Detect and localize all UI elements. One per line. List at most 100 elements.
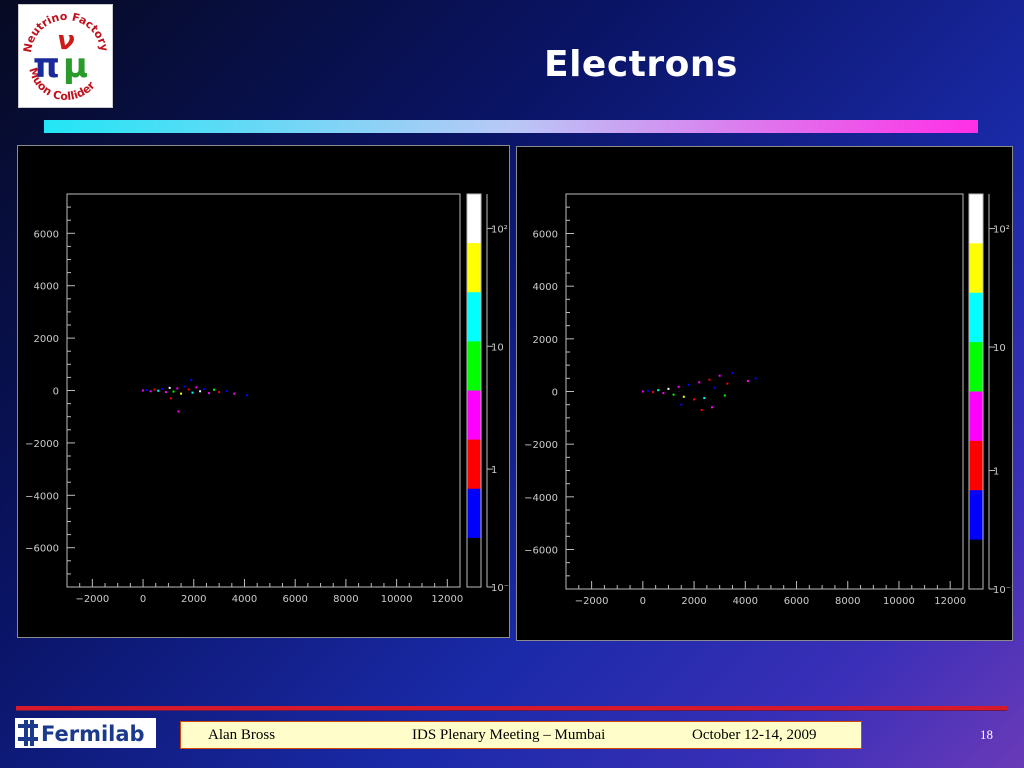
data-point: [723, 394, 726, 397]
colorbar-band: [969, 391, 983, 442]
x-tick-label: 0: [140, 594, 146, 605]
colorbar-band: [467, 194, 481, 244]
data-point: [233, 392, 236, 395]
x-tick-label: 8000: [333, 594, 358, 605]
x-tick-label: 6000: [282, 594, 307, 605]
y-tick-label: 4000: [533, 282, 558, 293]
x-tick-label: 2000: [681, 596, 706, 607]
data-point: [700, 408, 703, 411]
data-point: [190, 379, 193, 382]
data-point: [225, 390, 228, 393]
colorbar-label: 10⁻¹: [491, 583, 509, 594]
data-point: [680, 403, 683, 406]
data-point: [187, 388, 190, 391]
data-point: [708, 378, 711, 381]
data-point: [153, 388, 156, 391]
colorbar-band: [467, 341, 481, 391]
data-point: [191, 391, 194, 394]
data-point: [202, 387, 205, 390]
data-point: [180, 392, 183, 395]
x-tick-label: 12000: [934, 596, 966, 607]
data-point: [169, 397, 172, 400]
footer-rule: [16, 706, 1007, 711]
y-tick-label: 6000: [34, 229, 59, 240]
x-tick-label: 10000: [883, 596, 915, 607]
plot-frame: [565, 193, 964, 590]
x-tick-label: 0: [640, 596, 646, 607]
colorbar-band: [467, 537, 481, 588]
data-point: [657, 389, 660, 392]
data-point: [710, 406, 713, 409]
data-point: [183, 385, 186, 388]
histogram-panel-left: −2000 0 2000 4000 6000 8000 10000 12000 6000 4000…: [17, 145, 510, 638]
data-point: [177, 410, 180, 413]
colorbar-label: 10⁻¹: [993, 585, 1012, 596]
colorbar-label: 1: [491, 465, 497, 476]
data-point: [646, 389, 649, 392]
colorbar-label: 10²: [491, 224, 508, 235]
colorbar-band: [969, 440, 983, 491]
data-point: [157, 389, 160, 392]
data-point: [246, 394, 249, 397]
x-tick-label: 6000: [784, 596, 809, 607]
x-tick-label: −2000: [75, 594, 109, 605]
data-point: [142, 389, 145, 392]
y-tick-label: 2000: [533, 335, 558, 346]
data-point: [693, 398, 696, 401]
colorbar-band: [969, 194, 983, 244]
data-point: [682, 395, 685, 398]
data-point: [718, 374, 721, 377]
data-point: [149, 390, 152, 393]
colorbar-label: 1: [993, 467, 999, 478]
y-tick-label: −2000: [524, 440, 558, 451]
y-tick-label: −2000: [25, 439, 59, 450]
colorbar-band: [467, 488, 481, 539]
data-point: [662, 392, 665, 395]
data-point: [698, 381, 701, 384]
data-point: [199, 390, 202, 393]
x-tick-label: 4000: [733, 596, 758, 607]
data-point: [145, 388, 148, 391]
data-point: [726, 382, 729, 385]
x-tick-label: −2000: [575, 596, 609, 607]
colorbar-band: [969, 539, 983, 590]
fermilab-wordmark: Fermilab: [41, 722, 145, 746]
footer-meeting: IDS Plenary Meeting – Mumbai: [412, 727, 606, 743]
y-tick-label: 0: [53, 387, 59, 398]
x-tick-label: 8000: [835, 596, 860, 607]
y-tick-label: −6000: [524, 546, 558, 557]
title-gradient-bar: [44, 120, 978, 133]
footer-info-box: Alan Bross IDS Plenary Meeting – Mumbai …: [180, 721, 862, 749]
data-point: [731, 372, 734, 375]
x-tick-label: 2000: [181, 594, 206, 605]
y-tick-label: 4000: [34, 282, 59, 293]
footer-date: October 12-14, 2009: [692, 727, 817, 743]
slide-number: 18: [980, 727, 993, 742]
data-point: [746, 379, 749, 382]
colorbar-label: 10: [491, 342, 504, 353]
colorbar-band: [969, 490, 983, 541]
y-tick-label: −4000: [524, 493, 558, 504]
data-point: [641, 390, 644, 393]
colorbar-label: 10: [993, 343, 1006, 354]
y-tick-label: −6000: [25, 544, 59, 555]
x-tick-label: 10000: [381, 594, 413, 605]
scatter-plot-svg: −2000 0 2000 4000 6000 8000 10000 1200060004000…: [524, 193, 1012, 607]
fermilab-logo: Fermilab: [15, 718, 156, 748]
colorbar-band: [969, 292, 983, 343]
data-point: [195, 386, 198, 389]
data-point: [703, 397, 706, 400]
data-point: [687, 383, 690, 386]
data-point: [677, 385, 680, 388]
colorbar-band: [467, 390, 481, 441]
scatter-plot-svg: −2000 0 2000 4000 6000 8000 10000 1200060004000…: [25, 193, 509, 605]
data-point: [672, 393, 675, 396]
data-point: [176, 387, 179, 390]
colorbar-band: [969, 342, 983, 392]
data-point: [652, 391, 655, 394]
svg-text:μ: μ: [63, 46, 88, 86]
svg-text:π: π: [33, 46, 60, 86]
y-tick-label: −4000: [25, 491, 59, 502]
data-point: [168, 386, 171, 389]
colorbar-label: 10²: [993, 225, 1010, 236]
